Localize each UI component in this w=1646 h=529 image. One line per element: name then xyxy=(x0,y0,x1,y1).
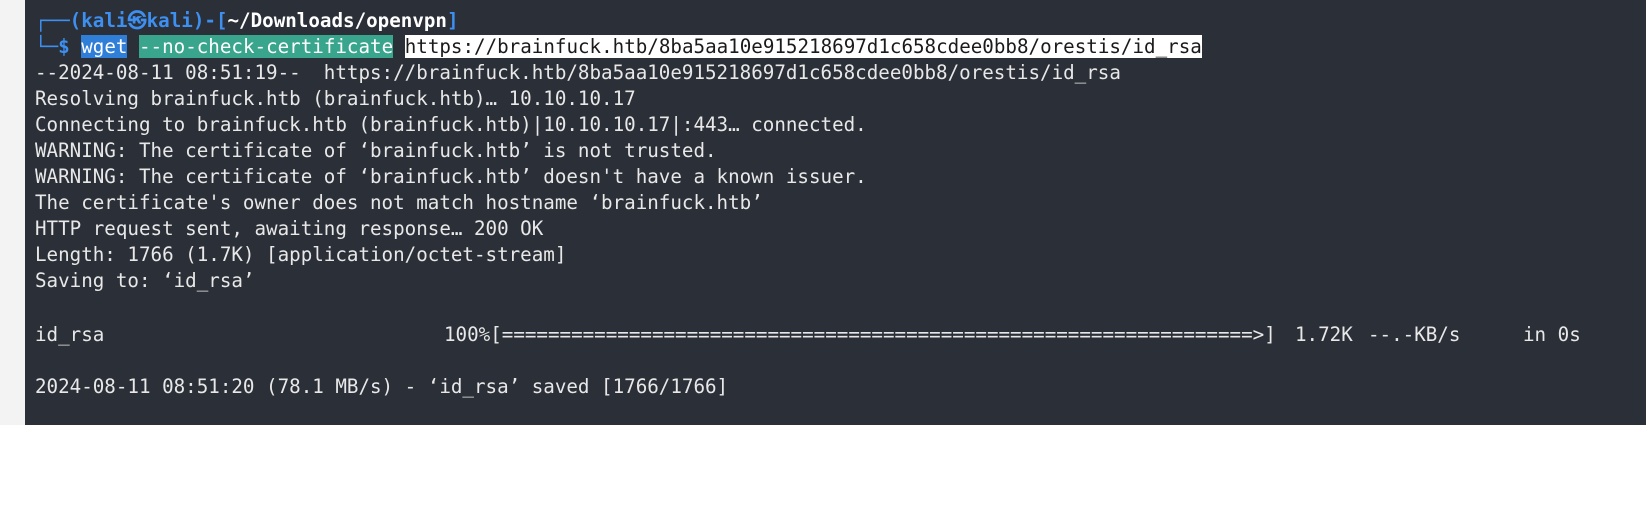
prompt-mid: )-[ xyxy=(192,9,228,32)
progress-size: 1.72K xyxy=(1295,323,1353,346)
progress-file: id_rsa xyxy=(35,323,105,346)
command-line[interactable]: └─$ wget --no-check-certificate https://… xyxy=(35,34,1202,60)
progress-bar: ========================================… xyxy=(501,323,1265,346)
output-line-2: Resolving brainfuck.htb (brainfuck.htb)…… xyxy=(35,87,636,110)
output-line-5: WARNING: The certificate of ‘brainfuck.h… xyxy=(35,165,867,188)
prompt-dollar: $ xyxy=(58,35,82,58)
progress-time: in 0s xyxy=(1523,323,1581,346)
output-line-8: Length: 1766 (1.7K) [application/octet-s… xyxy=(35,243,567,266)
prompt-cwd: ~/Downloads/openvpn xyxy=(227,9,448,32)
terminal-window[interactable]: ┌──(kali㉿kali)-[~/Downloads/openvpn] └─$… xyxy=(25,0,1646,425)
prompt-box-bottom: └─ xyxy=(35,35,59,58)
progress-line: 100%[===================================… xyxy=(444,322,1276,348)
prompt-at-symbol: ㉿ xyxy=(127,9,147,32)
output-line-9: Saving to: ‘id_rsa’ xyxy=(35,269,255,292)
window-left-edge xyxy=(0,0,25,425)
progress-close: ] xyxy=(1264,323,1276,346)
output-line-1: --2024-08-11 08:51:19-- https://brainfuc… xyxy=(35,61,1121,84)
progress-speed: --.-KB/s xyxy=(1368,323,1461,346)
prompt-box-top: ┌──( xyxy=(35,9,82,32)
output-line-final: 2024-08-11 08:51:20 (78.1 MB/s) - ‘id_rs… xyxy=(35,375,729,398)
output-line-7: HTTP request sent, awaiting response… 20… xyxy=(35,217,544,240)
prompt-close: ] xyxy=(447,9,459,32)
output-line-6: The certificate's owner does not match h… xyxy=(35,191,763,214)
prompt-host: kali xyxy=(146,9,193,32)
prompt-user: kali xyxy=(81,9,128,32)
command-program[interactable]: wget xyxy=(81,35,128,58)
prompt-line: ┌──(kali㉿kali)-[~/Downloads/openvpn] xyxy=(35,8,459,34)
progress-percent: 100%[ xyxy=(444,323,502,346)
command-option[interactable]: --no-check-certificate xyxy=(139,35,394,58)
output-line-4: WARNING: The certificate of ‘brainfuck.h… xyxy=(35,139,717,162)
output-line-3: Connecting to brainfuck.htb (brainfuck.h… xyxy=(35,113,867,136)
command-url[interactable]: https://brainfuck.htb/8ba5aa10e915218697… xyxy=(404,35,1202,58)
